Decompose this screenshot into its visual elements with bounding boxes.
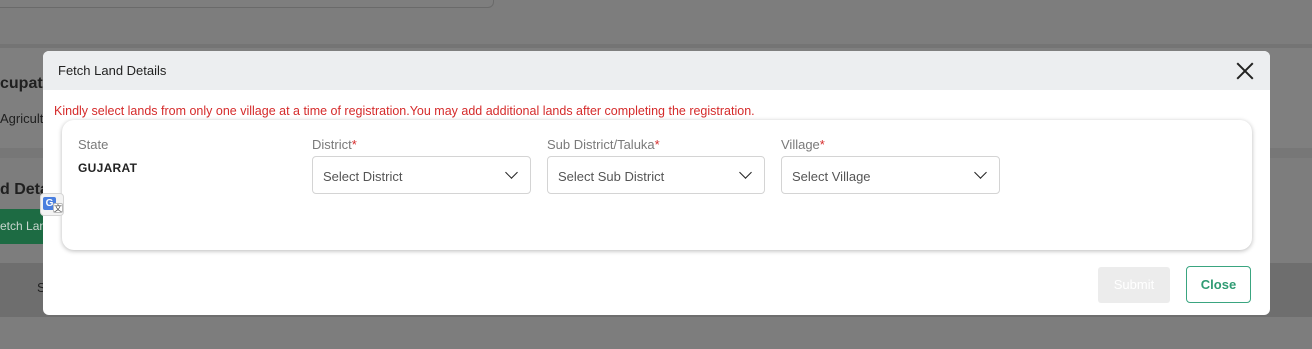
fetch-land-details-modal: Fetch Land Details Kindly select lands f… bbox=[43, 51, 1270, 315]
registration-warning: Kindly select lands from only one villag… bbox=[54, 104, 755, 118]
sub-district-label: Sub District/Taluka* bbox=[547, 137, 660, 152]
district-select[interactable]: Select District bbox=[312, 156, 531, 194]
sub-district-placeholder: Select Sub District bbox=[558, 169, 665, 184]
chevron-down-icon bbox=[505, 166, 518, 179]
sub-district-select[interactable]: Select Sub District bbox=[547, 156, 765, 194]
required-mark: * bbox=[819, 137, 825, 152]
close-icon[interactable] bbox=[1234, 60, 1256, 82]
village-label: Village* bbox=[781, 137, 825, 152]
district-placeholder: Select District bbox=[323, 169, 403, 184]
required-mark: * bbox=[351, 137, 357, 152]
village-select[interactable]: Select Village bbox=[781, 156, 1000, 194]
background-occupation-value: Agricult bbox=[0, 111, 44, 126]
district-label-text: District bbox=[312, 137, 352, 152]
chevron-down-icon bbox=[739, 166, 752, 179]
land-selection-form: State GUJARAT District* Select District … bbox=[62, 120, 1252, 250]
village-label-text: Village bbox=[781, 137, 820, 152]
submit-button[interactable]: Submit bbox=[1098, 267, 1170, 303]
village-placeholder: Select Village bbox=[792, 169, 871, 184]
state-value: GUJARAT bbox=[78, 161, 138, 175]
state-label: State bbox=[78, 137, 109, 152]
translate-lang-glyph: 文 bbox=[53, 203, 63, 213]
modal-header: Fetch Land Details bbox=[43, 51, 1270, 90]
modal-title: Fetch Land Details bbox=[58, 63, 167, 78]
background-top-field bbox=[0, 0, 494, 8]
chevron-down-icon bbox=[974, 166, 987, 179]
district-label: District* bbox=[312, 137, 357, 152]
translate-icon[interactable]: G 文 bbox=[40, 193, 64, 216]
close-button[interactable]: Close bbox=[1186, 266, 1251, 303]
sub-district-label-text: Sub District/Taluka bbox=[547, 137, 655, 152]
required-mark: * bbox=[654, 137, 660, 152]
background-fetch-land-button: etch Lan bbox=[0, 209, 44, 244]
